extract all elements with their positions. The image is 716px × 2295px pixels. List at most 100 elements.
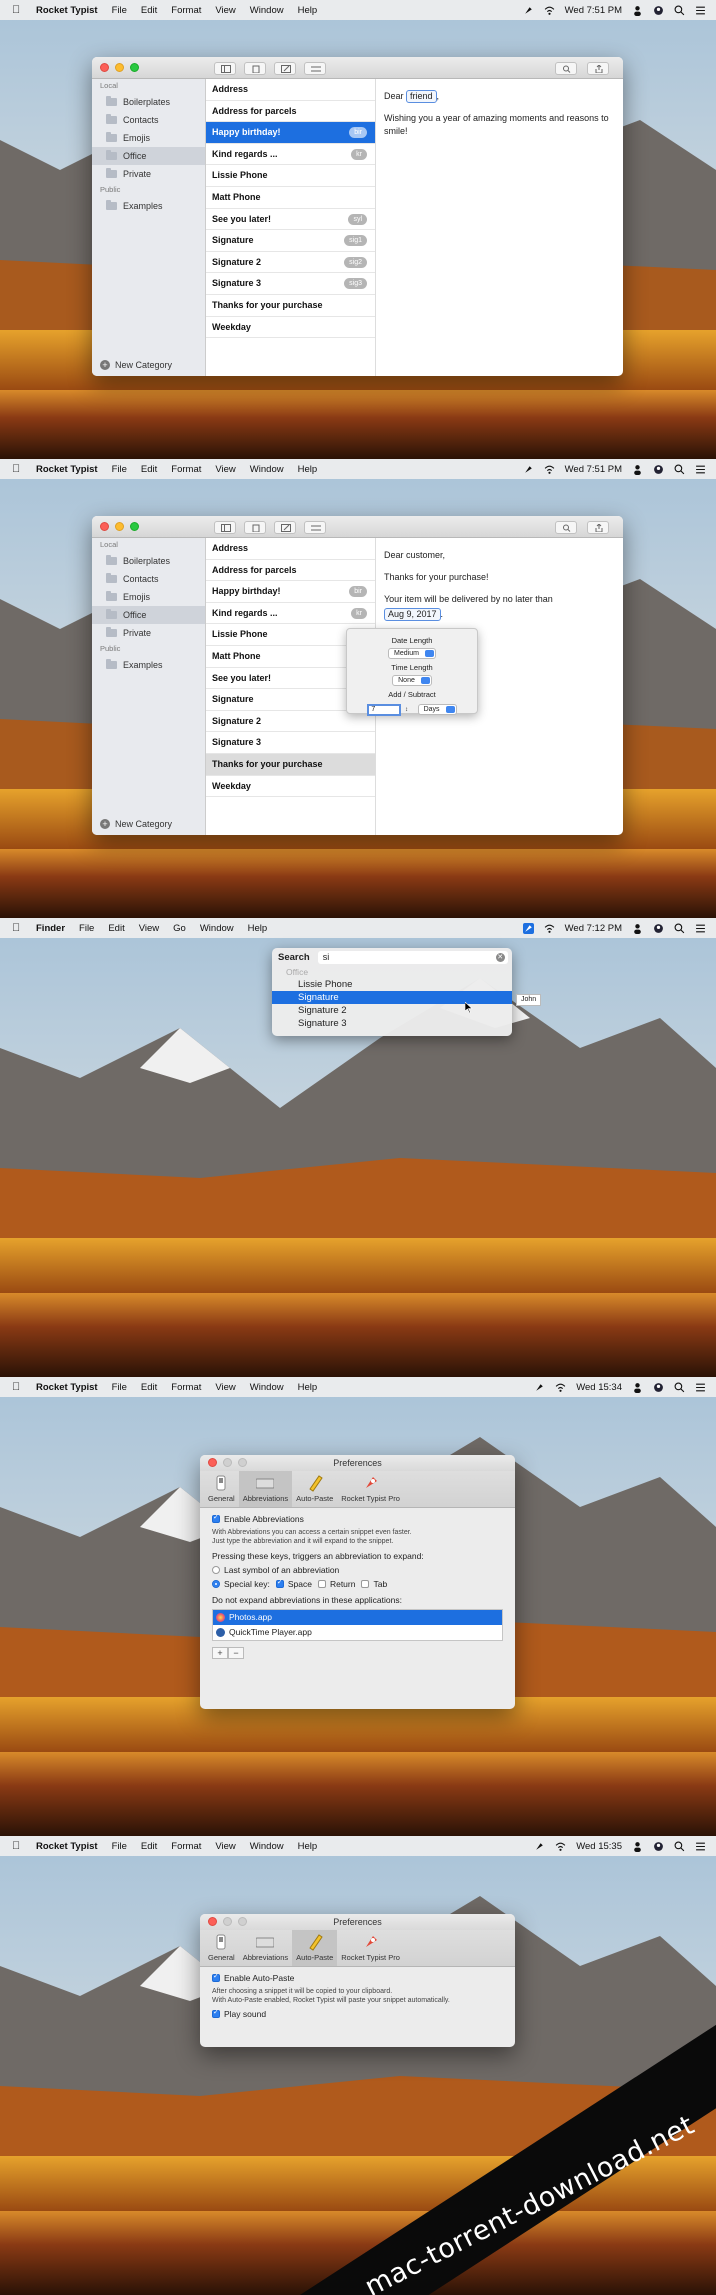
tab-rocket-typist-pro[interactable]: Rocket Typist Pro [337, 1471, 404, 1507]
sidebar-item-office[interactable]: Office [92, 147, 205, 165]
stepper-icon[interactable]: ↕ [404, 707, 410, 713]
rocket-icon[interactable] [534, 1382, 545, 1393]
list-item[interactable]: Address for parcels [206, 101, 375, 123]
search-icon[interactable] [674, 5, 685, 16]
menu-format[interactable]: Format [171, 464, 201, 475]
zoom-button[interactable] [130, 522, 139, 531]
user-icon[interactable] [632, 1841, 643, 1852]
apple-icon[interactable]:  [12, 922, 22, 934]
list-item[interactable]: Thanks for your purchase [206, 753, 375, 776]
close-button[interactable] [208, 1458, 217, 1467]
menu-clock[interactable]: Wed 7:12 PM [565, 923, 622, 934]
menu-format[interactable]: Format [171, 1841, 201, 1852]
menu-edit[interactable]: Edit [141, 5, 157, 16]
sidebar-item-private[interactable]: Private [92, 165, 205, 183]
user-icon[interactable] [632, 1382, 643, 1393]
list-item[interactable]: QuickTime Player.app [213, 1625, 502, 1640]
date-placeholder-token[interactable]: Aug 9, 2017 [384, 608, 441, 621]
add-app-button[interactable]: + [212, 1647, 228, 1659]
menu-go[interactable]: Go [173, 923, 186, 934]
menu-help[interactable]: Help [248, 923, 268, 934]
close-button[interactable] [100, 63, 109, 72]
sidebar-item-examples[interactable]: Examples [92, 197, 205, 215]
settings-button[interactable] [304, 62, 326, 75]
menu-file[interactable]: File [112, 464, 127, 475]
share-button[interactable] [587, 62, 609, 75]
time-length-select[interactable]: None [392, 675, 432, 686]
enable-abbreviations-checkbox[interactable]: Enable Abbreviations [212, 1513, 503, 1524]
menu-edit[interactable]: Edit [141, 1841, 157, 1852]
list-item[interactable]: Signature 2 sig2 [206, 252, 375, 274]
list-item[interactable]: Weekday [206, 317, 375, 339]
user-switch-icon[interactable] [653, 923, 664, 934]
menu-view[interactable]: View [215, 464, 235, 475]
wifi-icon[interactable] [555, 1841, 566, 1852]
list-item[interactable]: Happy birthday! bir [206, 122, 375, 144]
menu-app-name[interactable]: Finder [36, 923, 65, 934]
menu-help[interactable]: Help [298, 5, 318, 16]
sidebar-item-private[interactable]: Private [92, 624, 205, 642]
tab-abbreviations[interactable]: Abbreviations [238, 1471, 293, 1507]
edit-button[interactable] [274, 62, 296, 75]
list-item[interactable]: Matt Phone [206, 187, 375, 209]
return-checkbox[interactable]: Return [317, 1579, 355, 1589]
menu-clock[interactable]: Wed 15:34 [576, 1382, 622, 1393]
rocket-icon[interactable] [522, 922, 534, 934]
amount-field[interactable]: 7 [367, 704, 402, 716]
search-input[interactable]: si ✕ [317, 950, 508, 964]
minimize-button[interactable] [115, 63, 124, 72]
user-icon[interactable] [632, 923, 643, 934]
apple-icon[interactable]:  [12, 1381, 22, 1393]
wifi-icon[interactable] [544, 923, 555, 934]
sidebar-item-boilerplates[interactable]: Boilerplates [92, 93, 205, 111]
menu-view[interactable]: View [215, 1841, 235, 1852]
menu-app-name[interactable]: Rocket Typist [36, 1382, 98, 1393]
list-item[interactable]: Happy birthday! bir [206, 581, 375, 603]
result-item[interactable]: Lissie Phone [272, 978, 512, 991]
list-item[interactable]: Photos.app [213, 1610, 502, 1625]
list-item[interactable]: See you later! syl [206, 209, 375, 231]
apple-icon[interactable]:  [12, 463, 22, 475]
wifi-icon[interactable] [544, 5, 555, 16]
search-button[interactable] [555, 62, 577, 75]
list-item[interactable]: Signature sig1 [206, 230, 375, 252]
menu-window[interactable]: Window [250, 1841, 284, 1852]
tab-general[interactable]: General [204, 1471, 239, 1507]
delete-button[interactable] [244, 62, 266, 75]
menu-window[interactable]: Window [250, 5, 284, 16]
search-icon[interactable] [674, 464, 685, 475]
clear-icon[interactable]: ✕ [495, 952, 505, 962]
tab-auto-paste[interactable]: Auto-Paste [292, 1930, 338, 1966]
date-length-select[interactable]: Medium [388, 648, 436, 659]
user-icon[interactable] [632, 5, 643, 16]
sidebar-item-emojis[interactable]: Emojis [92, 588, 205, 606]
rocket-icon[interactable] [523, 464, 534, 475]
list-item[interactable]: Weekday [206, 776, 375, 798]
menu-file[interactable]: File [79, 923, 94, 934]
tab-auto-paste[interactable]: Auto-Paste [292, 1471, 337, 1507]
menu-view[interactable]: View [139, 923, 159, 934]
search-button[interactable] [555, 521, 577, 534]
wifi-icon[interactable] [544, 464, 555, 475]
sidebar-toggle-button[interactable] [214, 62, 236, 75]
delete-button[interactable] [244, 521, 266, 534]
list-item[interactable]: Address [206, 79, 375, 101]
search-icon[interactable] [674, 923, 685, 934]
share-button[interactable] [587, 521, 609, 534]
list-icon[interactable] [695, 923, 706, 934]
menu-app-name[interactable]: Rocket Typist [36, 1841, 98, 1852]
menu-file[interactable]: File [112, 1382, 127, 1393]
menu-app-name[interactable]: Rocket Typist [36, 5, 98, 16]
list-item[interactable]: Thanks for your purchase [206, 295, 375, 317]
menu-view[interactable]: View [215, 1382, 235, 1393]
result-item[interactable]: Signature 3 [272, 1017, 512, 1030]
list-item[interactable]: Address for parcels [206, 560, 375, 582]
menu-help[interactable]: Help [298, 464, 318, 475]
list-icon[interactable] [695, 1841, 706, 1852]
menu-window[interactable]: Window [250, 1382, 284, 1393]
user-switch-icon[interactable] [653, 464, 664, 475]
sidebar-item-contacts[interactable]: Contacts [92, 111, 205, 129]
enable-auto-paste-checkbox[interactable]: Enable Auto-Paste [212, 1972, 503, 1983]
list-item[interactable]: Kind regards ... kr [206, 603, 375, 625]
sidebar-item-contacts[interactable]: Contacts [92, 570, 205, 588]
